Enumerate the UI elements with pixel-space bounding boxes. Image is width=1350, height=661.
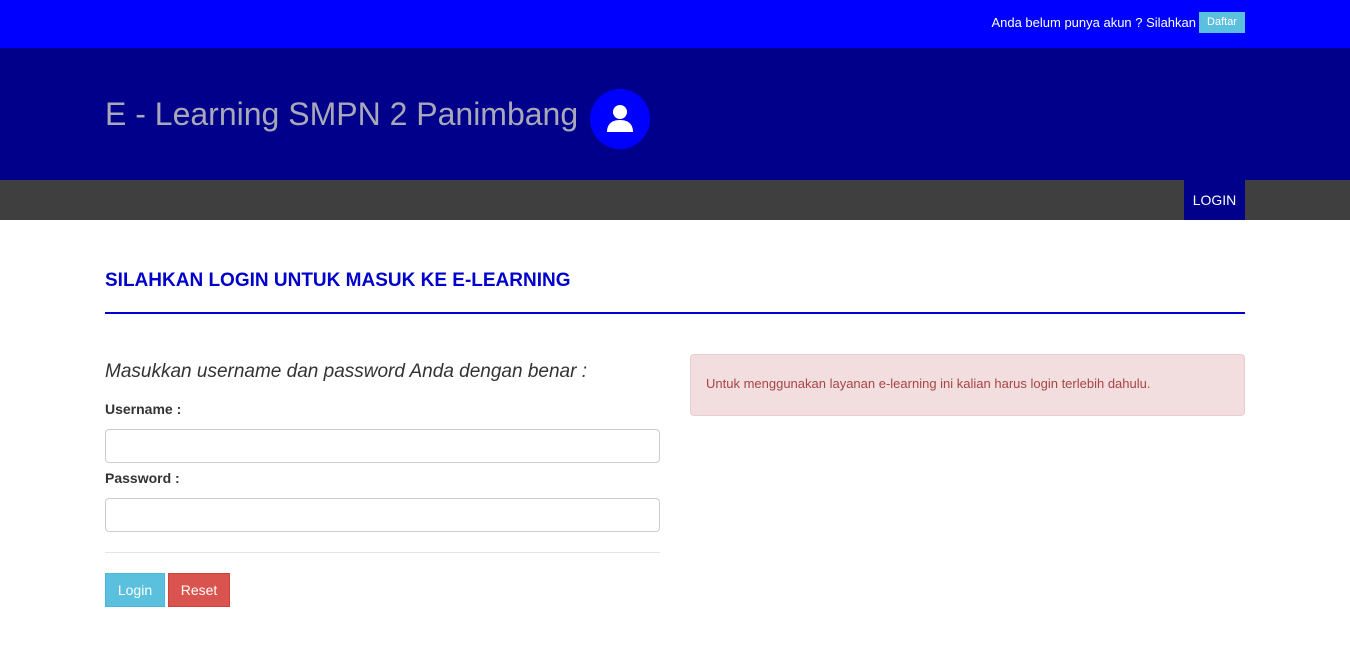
password-label: Password : <box>105 470 180 486</box>
username-label: Username : <box>105 401 182 417</box>
top-bar: Anda belum punya akun ? Silahkan Daftar <box>0 0 1350 48</box>
login-required-alert: Untuk menggunakan layanan e-learning ini… <box>690 354 1245 416</box>
page-title: SILAHKAN LOGIN UNTUK MASUK KE E-LEARNING <box>105 270 571 291</box>
heading-divider <box>105 312 1245 314</box>
reset-button[interactable]: Reset <box>168 573 230 607</box>
site-title: E - Learning SMPN 2 Panimbang <box>105 96 579 132</box>
main-navbar: LOGIN <box>0 180 1350 220</box>
login-button[interactable]: Login <box>105 573 165 607</box>
alert-message: Untuk menggunakan layanan e-learning ini… <box>706 376 1151 391</box>
nav-item-login[interactable]: LOGIN <box>1184 180 1245 220</box>
form-instruction: Masukkan username dan password Anda deng… <box>105 361 587 382</box>
register-prompt: Anda belum punya akun ? Silahkan <box>991 15 1196 30</box>
password-field[interactable] <box>105 498 660 532</box>
register-button[interactable]: Daftar <box>1199 12 1245 33</box>
user-avatar <box>590 89 650 149</box>
user-icon <box>607 105 633 132</box>
username-field[interactable] <box>105 429 660 463</box>
form-divider <box>105 552 660 553</box>
site-header: E - Learning SMPN 2 Panimbang <box>0 48 1350 180</box>
